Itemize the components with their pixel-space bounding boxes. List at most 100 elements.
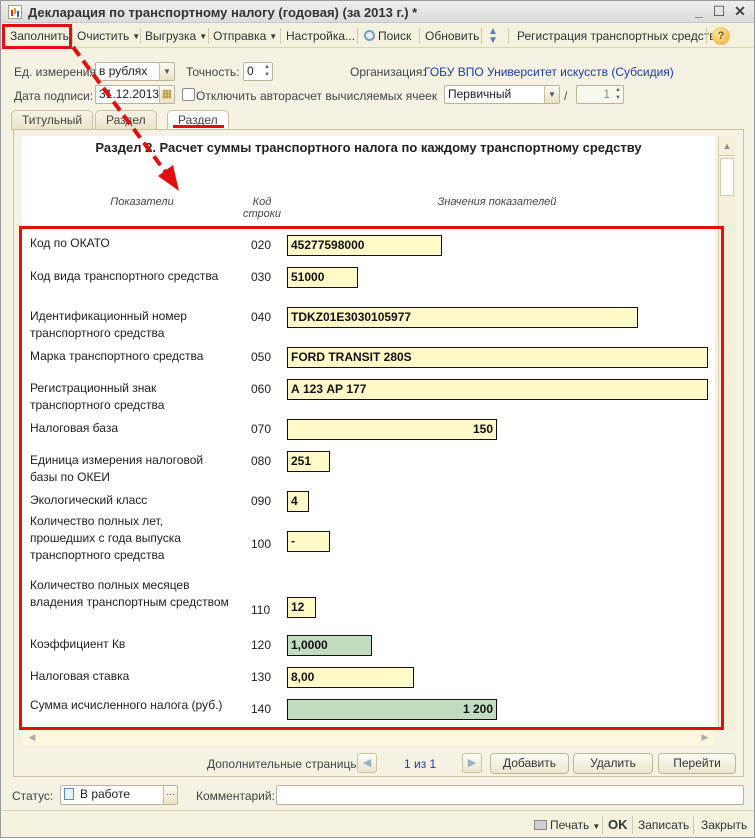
export-label: Выгрузка <box>145 29 197 43</box>
scroll-right-icon[interactable]: ▶ <box>697 730 713 745</box>
calculated-value-cell[interactable]: 1 200 <box>287 699 497 720</box>
footer-bar: Печать ▼ OK Записать Закрыть <box>1 810 754 837</box>
line-code: 090 <box>251 494 272 508</box>
indicator-label: Количество полных месяцев владения транс… <box>30 578 229 609</box>
scroll-up-icon[interactable]: ▲ <box>719 136 735 156</box>
value-input-cell[interactable]: FORD TRANSIT 280S <box>287 347 708 368</box>
toolbar-separator <box>140 28 141 44</box>
clear-button[interactable]: Очистить ▼ <box>74 27 143 45</box>
tab-section-1[interactable]: Раздел 1 <box>95 110 157 145</box>
column-header-code-line1: Код <box>252 196 272 208</box>
value-input-cell[interactable]: 51000 <box>287 267 358 288</box>
chevron-down-icon: ▼ <box>132 32 141 41</box>
line-code: 050 <box>251 350 272 364</box>
line-code: 040 <box>251 310 272 324</box>
next-page-icon[interactable]: ▶ <box>462 753 482 773</box>
indicator-label: Единица измерения налоговой базы по ОКЕИ <box>30 453 204 484</box>
toolbar-separator <box>706 28 707 44</box>
spinner-arrows-icon[interactable]: ▲ ▼ <box>262 63 272 80</box>
indicator-label: Код вида транспортного средства <box>30 269 219 283</box>
line-code: 060 <box>251 382 272 396</box>
indicator-label: Количество полных лет, прошедших с года … <box>30 514 181 562</box>
status-field[interactable]: В работе ... <box>60 785 178 805</box>
column-header-code: Код строки <box>242 196 282 220</box>
indicator-label: Код по ОКАТО <box>30 236 110 250</box>
vertical-scrollbar[interactable]: ▲ <box>718 136 735 729</box>
toolbar-separator <box>72 28 73 44</box>
line-code: 020 <box>251 238 272 252</box>
toolbar-separator <box>280 28 281 44</box>
search-button[interactable]: Поиск <box>361 27 414 45</box>
printer-icon <box>534 820 547 830</box>
correction-number-input[interactable]: 1 ▲ ▼ <box>576 85 624 104</box>
value-input-cell[interactable]: А 123 АР 177 <box>287 379 708 400</box>
chevron-down-icon[interactable]: ▼ <box>159 63 174 80</box>
tab-title-page[interactable]: Титульный <box>11 110 94 130</box>
title-bar: Декларация по транспортному налогу (годо… <box>1 1 754 23</box>
organization-link[interactable]: ГОБУ ВПО Университет искусств (Субсидия) <box>424 65 674 79</box>
value-input-cell[interactable]: 4 <box>287 491 309 512</box>
page-counter: 1 из 1 <box>404 757 437 771</box>
column-header-indicators: Показатели <box>110 196 174 208</box>
expand-collapse-icon[interactable]: ▲ ▼ <box>485 27 501 46</box>
column-header-values: Значения показателей <box>437 196 557 208</box>
minimize-button[interactable]: _ <box>691 3 707 19</box>
value-input-cell[interactable]: TDKZ01E3030105977 <box>287 307 638 328</box>
unit-value: в рублях <box>99 64 148 78</box>
value-input-cell[interactable]: 251 <box>287 451 330 472</box>
autocalc-checkbox[interactable] <box>182 88 195 101</box>
toolbar-separator <box>481 28 482 44</box>
save-button[interactable]: Записать <box>638 816 689 834</box>
line-code: 110 <box>251 603 271 617</box>
refresh-label: Обновить <box>425 29 480 43</box>
calendar-icon[interactable]: ▦ <box>159 86 174 103</box>
sign-date-input[interactable]: 31.12.2013 ▦ <box>95 85 175 104</box>
close-button[interactable]: Закрыть <box>701 816 747 834</box>
indicator-label: Экологический класс <box>30 493 148 507</box>
status-label: Статус: <box>12 789 54 803</box>
value-input-cell[interactable]: 12 <box>287 597 316 618</box>
comment-input[interactable] <box>276 785 744 805</box>
goto-page-button[interactable]: Перейти <box>658 753 736 774</box>
horizontal-scrollbar[interactable]: ◀ ▶ <box>22 729 715 745</box>
chevron-down-icon: ▼ <box>269 32 278 41</box>
value-input-cell[interactable]: 45277598000 <box>287 235 442 256</box>
scroll-left-icon[interactable]: ◀ <box>24 730 40 745</box>
refresh-button[interactable]: Обновить <box>422 27 482 45</box>
help-icon[interactable]: ? <box>712 27 730 45</box>
previous-page-icon[interactable]: ◀ <box>357 753 377 773</box>
chevron-down-icon: ▼ <box>199 32 208 41</box>
add-page-button[interactable]: Добавить <box>490 753 569 774</box>
indicator-label: Коэффициент Кв <box>30 637 126 651</box>
footer-separator <box>693 816 694 834</box>
line-code: 140 <box>251 702 272 716</box>
chevron-down-icon[interactable]: ▼ <box>544 86 559 103</box>
export-button[interactable]: Выгрузка ▼ <box>142 27 210 45</box>
print-button[interactable]: Печать ▼ <box>534 816 600 834</box>
document-type-select[interactable]: Первичный ▼ <box>444 85 560 104</box>
line-code: 100 <box>251 537 272 551</box>
calculated-value-cell[interactable]: 1,0000 <box>287 635 372 656</box>
spinner-arrows-icon[interactable]: ▲ ▼ <box>613 86 623 103</box>
vehicle-registration-button[interactable]: Регистрация транспортных средств <box>514 27 719 45</box>
precision-spinner[interactable]: 0 ▲ ▼ <box>243 62 273 81</box>
delete-page-button[interactable]: Удалить <box>573 753 653 774</box>
document-type-value: Первичный <box>448 87 512 101</box>
value-input-cell[interactable]: - <box>287 531 330 552</box>
maximize-button[interactable]: ☐ <box>711 3 727 19</box>
value-input-cell[interactable]: 8,00 <box>287 667 414 688</box>
unit-select[interactable]: в рублях ▼ <box>95 62 175 81</box>
status-more-button[interactable]: ... <box>163 786 177 804</box>
ok-button[interactable]: OK <box>608 816 628 834</box>
toolbar: Заполнить Очистить ▼ Выгрузка ▼ Отправка ▼ … <box>1 24 754 48</box>
value-input-cell[interactable]: 150 <box>287 419 497 440</box>
scroll-thumb[interactable] <box>720 158 734 196</box>
settings-button[interactable]: Настройка... <box>283 27 358 45</box>
close-window-button[interactable]: ✕ <box>732 3 748 19</box>
document-icon <box>64 788 74 800</box>
unit-label: Ед. измерения: <box>14 65 100 79</box>
indicator-label: Марка транспортного средства <box>30 349 204 363</box>
search-label: Поиск <box>378 29 412 43</box>
send-button[interactable]: Отправка ▼ <box>210 27 280 45</box>
slash-separator: / <box>564 89 568 103</box>
